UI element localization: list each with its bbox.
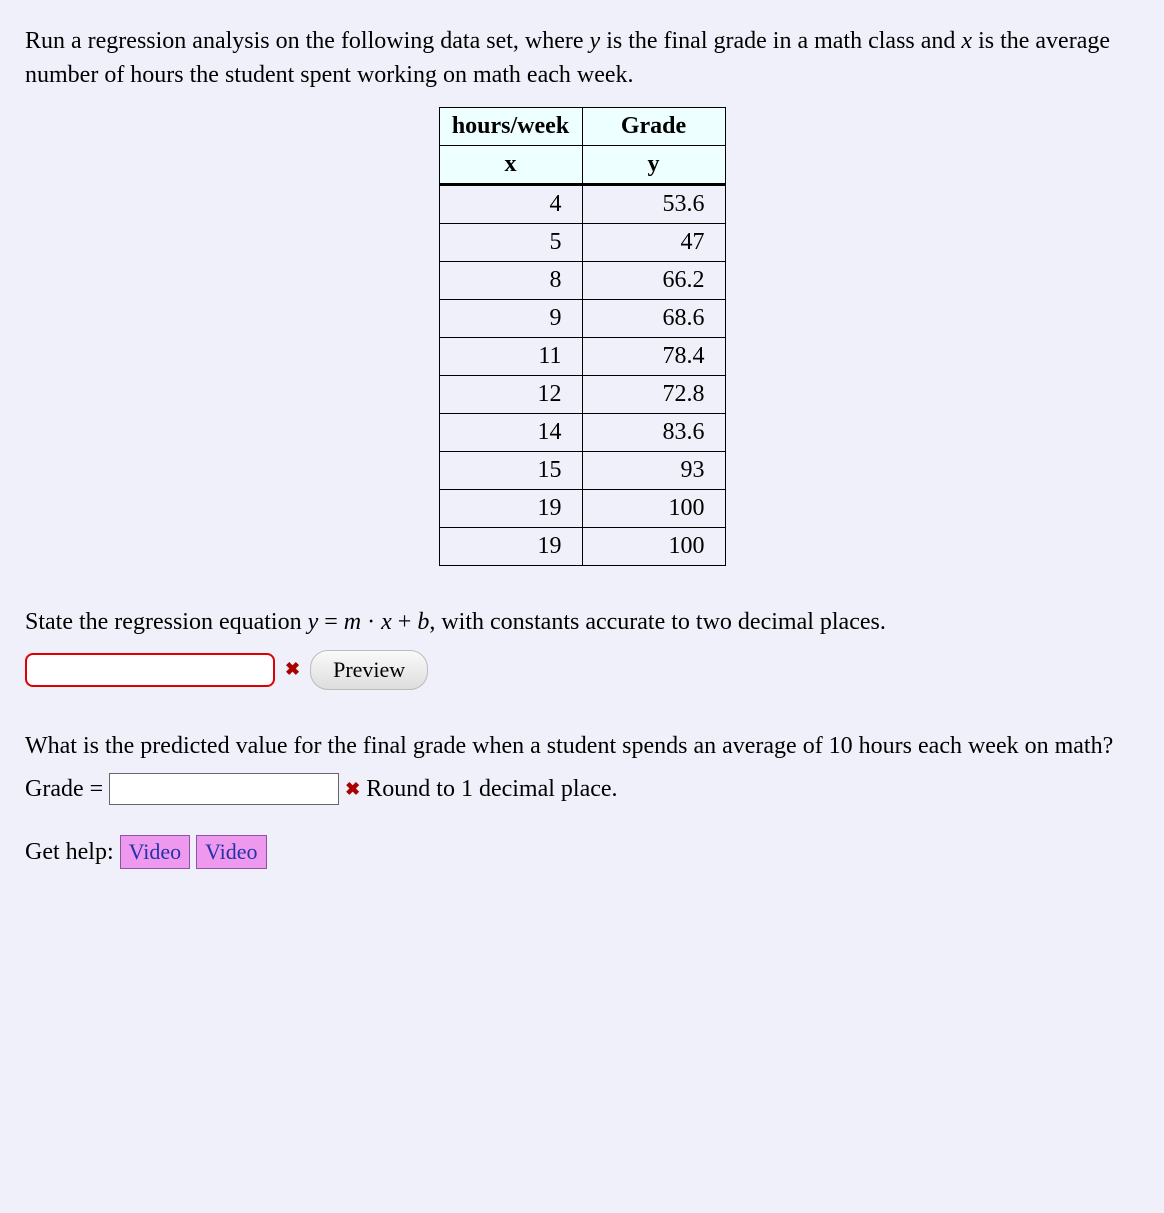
cell-x: 12 bbox=[439, 376, 582, 414]
grade-label: Grade = bbox=[25, 776, 103, 803]
header-x: x bbox=[439, 146, 582, 185]
help-row: Get help: Video Video bbox=[25, 835, 1139, 869]
cell-x: 19 bbox=[439, 528, 582, 566]
cell-y: 66.2 bbox=[582, 262, 725, 300]
regression-equation-input[interactable] bbox=[25, 653, 275, 687]
table-row: 453.6 bbox=[439, 185, 725, 224]
preview-button[interactable]: Preview bbox=[310, 650, 428, 690]
cell-x: 5 bbox=[439, 224, 582, 262]
cell-x: 15 bbox=[439, 452, 582, 490]
cell-y: 83.6 bbox=[582, 414, 725, 452]
cell-y: 53.6 bbox=[582, 185, 725, 224]
table-row: 866.2 bbox=[439, 262, 725, 300]
cell-y: 68.6 bbox=[582, 300, 725, 338]
q1-before: State the regression equation bbox=[25, 609, 308, 635]
q1-after: , with constants accurate to two decimal… bbox=[429, 609, 886, 635]
help-label: Get help: bbox=[25, 839, 120, 865]
question-2: What is the predicted value for the fina… bbox=[25, 730, 1139, 764]
cell-x: 19 bbox=[439, 490, 582, 528]
wrong-icon: ✖ bbox=[345, 779, 360, 800]
cell-x: 4 bbox=[439, 185, 582, 224]
video-link-1[interactable]: Video bbox=[120, 835, 190, 869]
cell-y: 93 bbox=[582, 452, 725, 490]
header-hours: hours/week bbox=[439, 108, 582, 146]
table-row: 968.6 bbox=[439, 300, 725, 338]
cell-y: 100 bbox=[582, 490, 725, 528]
table-body: 453.6 547 866.2 968.6 1178.4 1272.8 1483… bbox=[439, 185, 725, 566]
prompt-part1: Run a regression analysis on the followi… bbox=[25, 28, 590, 54]
table-row: 19100 bbox=[439, 490, 725, 528]
table-row: 547 bbox=[439, 224, 725, 262]
var-x: x bbox=[961, 28, 972, 54]
answer-row-1: ✖ Preview bbox=[25, 650, 1139, 690]
cell-x: 11 bbox=[439, 338, 582, 376]
header-y: y bbox=[582, 146, 725, 185]
data-table: hours/week Grade x y 453.6 547 866.2 968… bbox=[439, 107, 726, 566]
header-grade: Grade bbox=[582, 108, 725, 146]
problem-prompt: Run a regression analysis on the followi… bbox=[25, 25, 1139, 92]
var-y: y bbox=[590, 28, 601, 54]
video-link-2[interactable]: Video bbox=[196, 835, 266, 869]
cell-x: 14 bbox=[439, 414, 582, 452]
cell-y: 72.8 bbox=[582, 376, 725, 414]
cell-y: 78.4 bbox=[582, 338, 725, 376]
table-row: 19100 bbox=[439, 528, 725, 566]
table-row: 1483.6 bbox=[439, 414, 725, 452]
cell-y: 100 bbox=[582, 528, 725, 566]
cell-x: 9 bbox=[439, 300, 582, 338]
cell-y: 47 bbox=[582, 224, 725, 262]
answer-row-2: Grade = ✖ Round to 1 decimal place. bbox=[25, 773, 1139, 805]
prompt-part2: is the final grade in a math class and bbox=[600, 28, 961, 54]
question-1: State the regression equation y = m · x … bbox=[25, 606, 1139, 640]
table-row: 1272.8 bbox=[439, 376, 725, 414]
grade-input[interactable] bbox=[109, 773, 339, 805]
round-instruction: Round to 1 decimal place. bbox=[366, 776, 617, 803]
cell-x: 8 bbox=[439, 262, 582, 300]
wrong-icon: ✖ bbox=[285, 659, 300, 680]
table-row: 1178.4 bbox=[439, 338, 725, 376]
table-row: 1593 bbox=[439, 452, 725, 490]
